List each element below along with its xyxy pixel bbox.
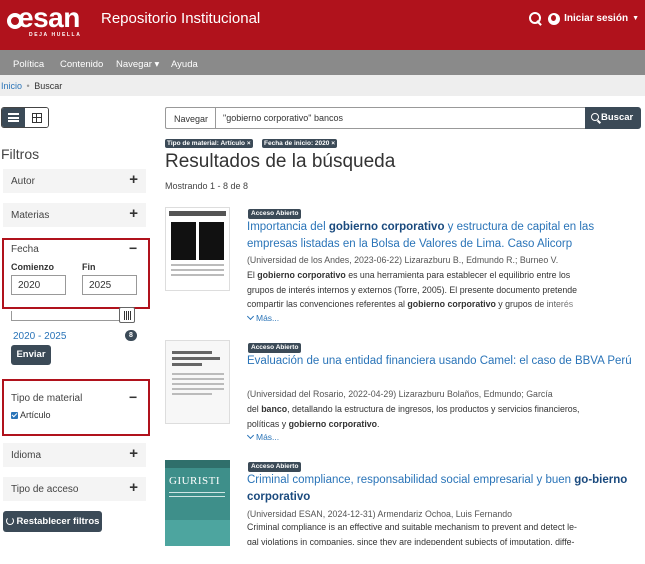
articulo-label[interactable]: Artículo bbox=[20, 410, 51, 420]
start-label: Comienzo bbox=[11, 262, 55, 272]
articulo-checkbox[interactable] bbox=[11, 412, 18, 419]
range-count-badge: 8 bbox=[125, 330, 137, 341]
result-meta: (Universidad ESAN, 2024-12-31) Armendari… bbox=[247, 509, 640, 519]
grid-view-button[interactable] bbox=[25, 108, 48, 127]
active-filter-chip[interactable]: Tipo de material: Artículo × bbox=[165, 139, 253, 148]
reset-filters-label: Restablecer filtros bbox=[16, 516, 100, 527]
facet-autor[interactable]: Autor + bbox=[3, 169, 146, 193]
chevron-down-icon bbox=[246, 431, 255, 440]
search-input[interactable]: "gobierno corporativo" bancos bbox=[215, 107, 586, 129]
results-count: Mostrando 1 - 8 de 8 bbox=[165, 181, 249, 191]
site-title[interactable]: Repositorio Institucional bbox=[101, 10, 260, 27]
search-icon[interactable] bbox=[529, 12, 542, 25]
end-year-input[interactable]: 2025 bbox=[82, 275, 137, 295]
breadcrumb-bar: Inicio • Buscar bbox=[0, 75, 645, 96]
start-year-input[interactable]: 2020 bbox=[11, 275, 66, 295]
facet-autor-label: Autor bbox=[11, 176, 35, 187]
nav-contenido[interactable]: Contenido bbox=[60, 59, 103, 70]
facet-materias-label: Materias bbox=[11, 210, 50, 221]
year-slider-handle[interactable] bbox=[119, 307, 135, 323]
logo-tagline: DEJA HUELLA bbox=[29, 32, 82, 38]
search-scope-select[interactable]: Navegar bbox=[165, 107, 215, 129]
result-abstract: Criminal compliance is an effective and … bbox=[247, 522, 577, 545]
search-button[interactable]: Buscar bbox=[585, 107, 641, 129]
highlight-tipo-material bbox=[2, 379, 150, 436]
results-title: Resultados de la búsqueda bbox=[165, 151, 396, 172]
reset-filters-button[interactable]: Restablecer filtros bbox=[3, 511, 102, 532]
result-thumbnail[interactable]: GIURISTI bbox=[165, 460, 230, 546]
range-link[interactable]: 2020 - 2025 bbox=[13, 331, 66, 342]
collapse-icon[interactable]: − bbox=[129, 240, 137, 256]
expand-icon[interactable]: + bbox=[129, 445, 138, 462]
list-view-button[interactable] bbox=[2, 108, 25, 127]
facet-fecha-label: Fecha bbox=[11, 244, 39, 255]
breadcrumb-separator: • bbox=[26, 81, 30, 91]
submit-button[interactable]: Enviar bbox=[11, 345, 51, 365]
more-link[interactable]: Más... bbox=[246, 312, 279, 323]
esan-logo[interactable]: esan DEJA HUELLA bbox=[7, 2, 87, 38]
main-nav: Política Contenido Navegar ▾ Ayuda bbox=[0, 50, 645, 75]
facet-tipo-material-label: Tipo de material bbox=[11, 393, 83, 404]
chevron-down-icon bbox=[246, 312, 255, 321]
open-access-badge: Acceso Abierto bbox=[248, 343, 302, 353]
expand-icon[interactable]: + bbox=[129, 171, 138, 188]
facet-tipo-acceso[interactable]: Tipo de acceso + bbox=[3, 477, 146, 501]
facet-idioma[interactable]: Idioma + bbox=[3, 443, 146, 467]
facet-tipo-acceso-label: Tipo de acceso bbox=[11, 484, 79, 495]
filters-title: Filtros bbox=[1, 146, 40, 162]
nav-ayuda[interactable]: Ayuda bbox=[171, 59, 198, 70]
breadcrumb-current: Buscar bbox=[34, 81, 63, 91]
nav-politica[interactable]: Política bbox=[13, 59, 44, 70]
search-button-label: Buscar bbox=[601, 112, 634, 123]
globe-icon[interactable] bbox=[548, 12, 561, 25]
login-link[interactable]: Iniciar sesión bbox=[564, 13, 628, 24]
result-title-link[interactable]: Criminal compliance, responsabilidad soc… bbox=[247, 472, 640, 506]
search-icon bbox=[591, 113, 599, 121]
reset-icon bbox=[5, 517, 14, 525]
breadcrumb: Inicio • Buscar bbox=[1, 81, 62, 91]
result-title-link[interactable]: Importancia del gobierno corporativo y e… bbox=[247, 219, 640, 253]
top-header: esan DEJA HUELLA Repositorio Institucion… bbox=[0, 0, 645, 50]
active-filter-chip[interactable]: Fecha de inicio: 2020 × bbox=[262, 139, 337, 148]
facet-materias[interactable]: Materias + bbox=[3, 203, 146, 227]
grid-icon bbox=[31, 112, 42, 123]
view-toggle bbox=[1, 107, 49, 128]
chevron-down-icon: ▼ bbox=[632, 15, 639, 22]
list-icon bbox=[8, 113, 19, 122]
year-slider-track[interactable] bbox=[11, 311, 131, 321]
nav-navegar[interactable]: Navegar ▾ bbox=[116, 59, 159, 70]
open-access-badge: Acceso Abierto bbox=[248, 462, 302, 472]
result-abstract: del banco, detallando la estructura de i… bbox=[247, 404, 580, 429]
thumbnail-title: GIURISTI bbox=[169, 475, 221, 487]
expand-icon[interactable]: + bbox=[129, 205, 138, 222]
result-meta: (Universidad del Rosario, 2022-04-29) Li… bbox=[247, 389, 640, 399]
header-actions: Iniciar sesión ▼ bbox=[529, 12, 639, 25]
result-thumbnail[interactable] bbox=[165, 340, 230, 424]
result-title-link[interactable]: Evaluación de una entidad financiera usa… bbox=[247, 353, 640, 370]
more-link[interactable]: Más... bbox=[246, 431, 279, 442]
collapse-icon[interactable]: − bbox=[129, 389, 137, 405]
result-abstract: El gobierno corporativo es una herramien… bbox=[247, 268, 640, 312]
breadcrumb-home[interactable]: Inicio bbox=[1, 81, 22, 91]
end-label: Fin bbox=[82, 262, 96, 272]
logo-text: esan bbox=[18, 2, 80, 33]
expand-icon[interactable]: + bbox=[129, 479, 138, 496]
result-meta: (Universidad de los Andes, 2023-06-22) L… bbox=[247, 255, 640, 265]
result-thumbnail[interactable] bbox=[165, 207, 230, 291]
open-access-badge: Acceso Abierto bbox=[248, 209, 302, 219]
facet-idioma-label: Idioma bbox=[11, 450, 42, 461]
